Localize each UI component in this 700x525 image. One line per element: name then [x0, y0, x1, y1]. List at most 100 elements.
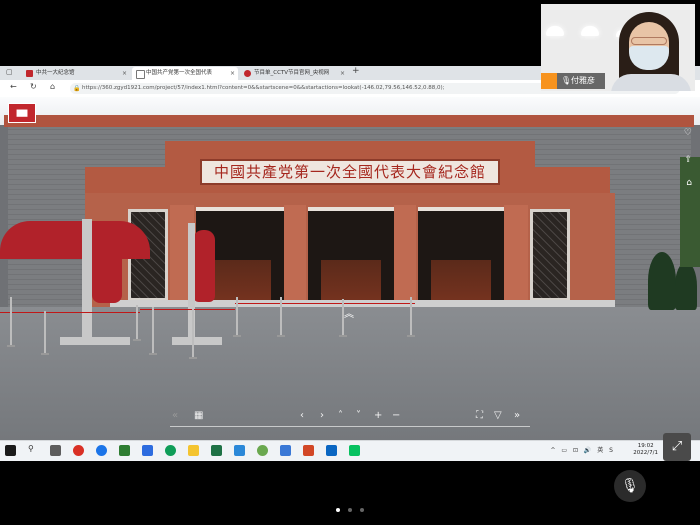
post-base [60, 337, 130, 345]
page-dot[interactable] [348, 508, 352, 512]
close-tab-icon[interactable]: × [340, 67, 345, 80]
stanchion [407, 297, 415, 337]
red-tent [0, 221, 150, 259]
window-menu-icon[interactable]: ▢ [6, 68, 13, 76]
microphone-icon: 🎙 [561, 76, 572, 85]
powerpoint-icon[interactable] [303, 445, 314, 456]
pan-left-icon[interactable]: ‹ [300, 410, 304, 421]
home-icon[interactable]: ⌂ [686, 178, 692, 188]
clock-date: 2022/7/1 [633, 450, 658, 456]
edge-icon[interactable] [96, 445, 107, 456]
stanchion [189, 309, 197, 359]
stanchion [7, 297, 15, 347]
app-icon[interactable] [257, 445, 268, 456]
post-base [172, 337, 222, 345]
tree-foliage [680, 157, 700, 267]
app-icon[interactable] [119, 445, 130, 456]
stanchion [149, 307, 157, 355]
lock-icon: 🔒 [73, 85, 81, 92]
folded-umbrella [193, 230, 215, 302]
clock[interactable]: 19:02 2022/7/1 [633, 443, 658, 457]
tab-favicon-icon [26, 70, 33, 77]
page-dot-active[interactable] [336, 508, 340, 512]
memorial-sign: 中國共產党第一次全國代表大會紀念館 [200, 159, 500, 185]
new-tab-button[interactable]: + [352, 66, 360, 76]
clock-time: 19:02 [637, 443, 654, 449]
entrance-door-right [418, 207, 504, 309]
pillar [504, 205, 528, 305]
rewind-icon[interactable]: « [172, 410, 178, 421]
move-forward-arrow-icon[interactable]: ︽ [344, 305, 354, 320]
tree [675, 262, 697, 310]
app-icon[interactable] [73, 445, 84, 456]
ceiling-lamp [581, 26, 599, 36]
pan-right-icon[interactable]: › [320, 410, 324, 421]
barrier-rope [140, 309, 235, 310]
pan-up-icon[interactable]: ˄ [338, 410, 343, 421]
site-logo: ▇▇ [8, 103, 36, 123]
entrance-door-center [308, 207, 394, 309]
excel-icon[interactable] [211, 445, 222, 456]
stanchion [277, 297, 285, 337]
stanchion [133, 305, 141, 341]
tree [648, 252, 676, 310]
app-icon[interactable] [326, 445, 337, 456]
participant-glasses [631, 37, 667, 45]
speaker-icon [136, 70, 145, 79]
chrome-icon[interactable] [165, 445, 176, 456]
participant-body [611, 74, 691, 91]
tab-memorial-hall[interactable]: 中共一大纪念馆 × [22, 67, 130, 80]
right-lattice-window [530, 209, 570, 301]
page-dot[interactable] [360, 508, 364, 512]
panorama-viewer[interactable]: 中國共產党第一次全國代表大會紀念館 ︽ [0, 97, 700, 440]
tab-congress[interactable]: 中国共产党第一次全国代表 × [132, 67, 238, 80]
controls-divider [170, 426, 530, 427]
barrier-rope [0, 312, 140, 313]
stanchion [233, 297, 241, 337]
pillar [394, 205, 416, 305]
tab-label: 中共一大纪念馆 [36, 70, 75, 76]
stanchion [41, 311, 49, 355]
system-tray-icons[interactable]: ^ ▭ ⊡ 🔊 英 S [550, 445, 615, 454]
wechat-icon[interactable] [349, 445, 360, 456]
search-icon[interactable]: ⚲ [28, 444, 34, 453]
tab-favicon-icon [244, 70, 251, 77]
start-icon[interactable] [5, 445, 16, 456]
close-tab-icon[interactable]: × [122, 67, 127, 80]
fast-forward-icon[interactable]: » [514, 410, 520, 421]
barrier-rope [235, 303, 415, 304]
app-icon[interactable] [280, 445, 291, 456]
mail-icon[interactable] [142, 445, 153, 456]
participant-name: 付雅彦 [571, 76, 595, 85]
pillar [284, 205, 306, 305]
close-tab-icon[interactable]: × [230, 67, 235, 80]
heart-icon[interactable]: ♡ [684, 128, 692, 138]
share-icon[interactable]: ⇪ [684, 155, 692, 165]
task-view-icon[interactable] [50, 445, 61, 456]
tab-label: 节目单_CCTV节目官网_央视网 [254, 70, 330, 76]
tab-label: 中国共产党第一次全国代表 [146, 70, 213, 76]
roof-cornice [4, 115, 694, 127]
panorama-controls: « ▦ ‹ › ˄ ˅ + − ⛶ ▽ » [170, 410, 530, 426]
microphone-button[interactable]: 🎙 [614, 470, 646, 502]
url-text: https://360.zgyd1921.com/project/57/inde… [82, 85, 445, 91]
fullscreen-icon[interactable]: ⛶ [476, 410, 483, 421]
avatar [541, 73, 557, 89]
autorotate-icon[interactable]: ▽ [494, 410, 502, 421]
share-screen-button[interactable]: ⤢ [663, 433, 691, 461]
folded-umbrella [92, 233, 122, 303]
pan-down-icon[interactable]: ˅ [356, 410, 361, 421]
zoom-in-icon[interactable]: + [374, 410, 382, 421]
back-icon[interactable]: ← [10, 82, 17, 91]
zoom-out-icon[interactable]: − [392, 410, 400, 421]
app-icon[interactable] [234, 445, 245, 456]
windows-taskbar: ⚲ ^ ▭ ⊡ 🔊 英 S 19:02 2022/7/1 [0, 440, 700, 461]
refresh-icon[interactable]: ↻ [30, 82, 37, 91]
tent-post [82, 219, 92, 341]
thumbnails-icon[interactable]: ▦ [194, 410, 203, 421]
file-explorer-icon[interactable] [188, 445, 199, 456]
participant-name-bar: 🎙 付雅彦 [541, 73, 605, 89]
tab-cctv[interactable]: 节目单_CCTV节目官网_央视网 × [240, 67, 348, 80]
home-icon[interactable]: ⌂ [50, 82, 55, 91]
ceiling-lamp [546, 26, 564, 36]
